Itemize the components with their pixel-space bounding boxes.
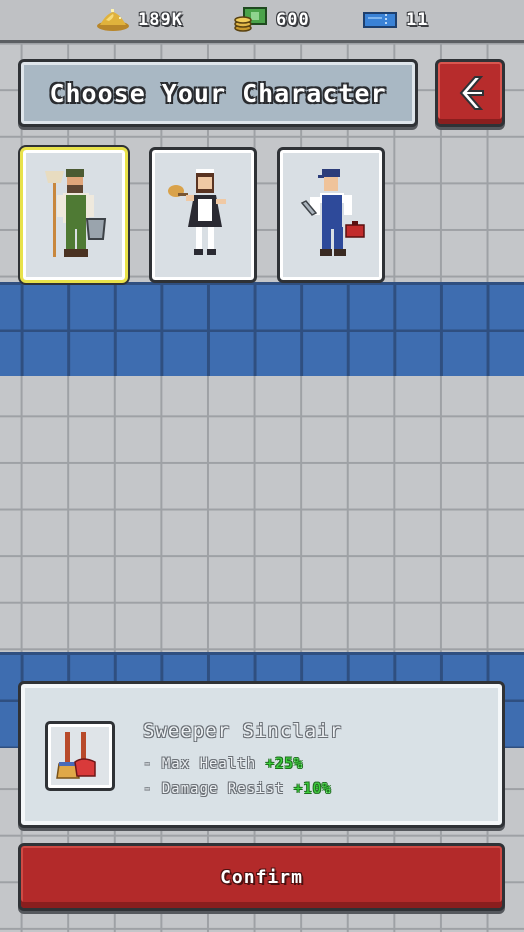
cash-counter: 600: [234, 6, 310, 34]
gold-pile-icon: [97, 9, 129, 31]
gold-counter: 189K: [96, 6, 183, 34]
floor-stripe: [0, 282, 524, 376]
page-title-panel: Choose Your Character: [18, 59, 418, 127]
character-ability-icon-frame: [45, 721, 115, 791]
stat-max-health: - Max Health +25%: [143, 756, 303, 772]
gold-amount: 189K: [138, 10, 183, 30]
janitor-character-icon: [45, 169, 107, 257]
stat-label: - Max Health: [143, 756, 257, 772]
stat-damage-resist: - Damage Resist +10%: [143, 781, 332, 797]
character-name: Sweeper Sinclair: [143, 720, 343, 742]
maid-character-icon: [168, 169, 226, 255]
back-button[interactable]: [435, 59, 505, 127]
ticket-icon: [363, 12, 397, 28]
stat-value: +25%: [265, 756, 304, 772]
confirm-button[interactable]: Confirm: [18, 843, 505, 911]
mechanic-character-icon: [300, 169, 365, 256]
character-card-maid[interactable]: [149, 147, 257, 283]
cash-stack-icon: [234, 7, 267, 32]
resource-bar: 189K 600 11: [0, 0, 524, 43]
stat-value: +10%: [293, 781, 332, 797]
ticket-counter: 11: [362, 6, 428, 34]
broom-plunger-icon: [56, 732, 96, 779]
cash-amount: 600: [276, 10, 310, 30]
page-title: Choose Your Character: [49, 78, 387, 108]
back-arrow-icon: [459, 76, 484, 110]
ticket-amount: 11: [406, 10, 429, 30]
confirm-label: Confirm: [220, 866, 303, 888]
character-card-mechanic[interactable]: [277, 147, 385, 283]
character-info-panel: Sweeper Sinclair - Max Health +25% - Dam…: [18, 681, 505, 828]
character-card-sweeper[interactable]: [20, 147, 128, 283]
stat-label: - Damage Resist: [143, 781, 285, 797]
